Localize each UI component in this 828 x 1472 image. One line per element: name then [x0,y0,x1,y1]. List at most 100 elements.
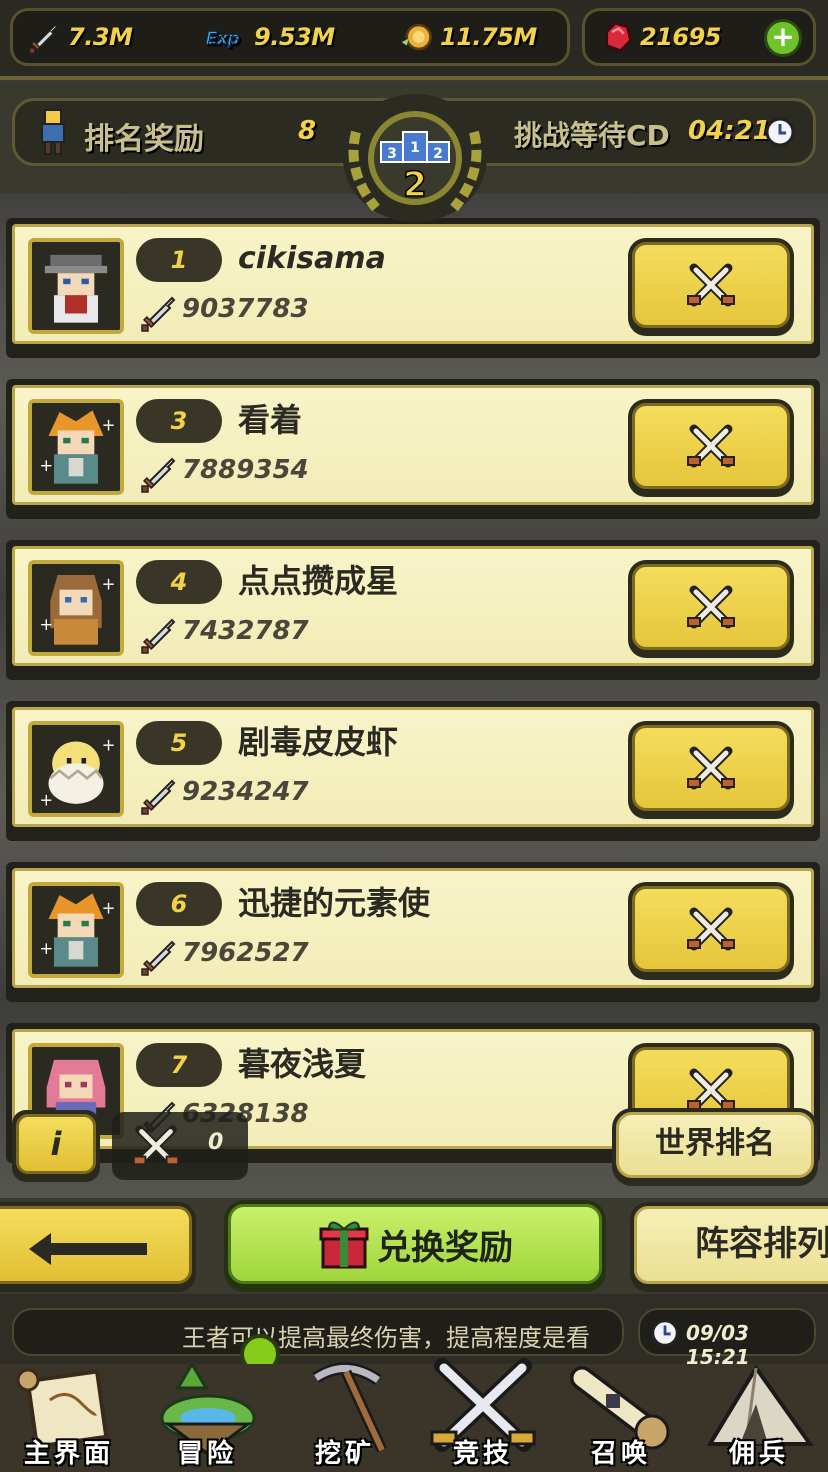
back-arrow-icon [29,1233,147,1265]
add-gems-button[interactable]: + [764,19,802,57]
power-sword-icon [141,297,175,332]
crossed-swords-icon [684,741,738,795]
info-label: i [16,1114,96,1174]
challenge-button[interactable] [628,882,794,980]
lineup-button[interactable]: 阵容排列 [630,1202,828,1292]
attack-value: 7.3M [68,23,133,51]
rank-badge: 5 [136,721,222,765]
tickets-count: 0 [208,1130,224,1155]
clock-icon [651,1319,679,1347]
nav-arena[interactable]: 竞技 [414,1358,552,1472]
red-gem-icon [605,21,633,53]
challenge-button[interactable] [628,399,794,497]
svg-text:+: + [39,456,53,475]
bottom-nav: 主界面 冒险 挖矿 竞技 召唤 佣兵 [0,1358,828,1472]
nav-summon[interactable]: 召唤 [552,1364,690,1472]
player-name: 暮夜浅夏 [238,1045,367,1083]
sword-icon [28,24,58,54]
world-ranking-button[interactable]: 世界排名 [612,1108,818,1186]
clock-icon [765,117,795,147]
rank-badge: 1 [136,238,222,282]
nav-main[interactable]: 主界面 [0,1364,138,1472]
coin-resource: 11.75M [400,20,537,54]
rank-badge: 3 [136,399,222,443]
svg-text:+: + [102,899,116,918]
crossed-swords-icon [684,580,738,634]
server-clock: 09/03 15:21 [638,1308,816,1369]
player-name: 剧毒皮皮虾 [238,723,399,761]
avatar[interactable]: + + [28,399,124,495]
world-ranking-label: 世界排名 [616,1112,814,1178]
exp-icon: Exp [205,28,240,49]
exp-resource: Exp 9.53M [194,20,335,54]
nav-label: 冒险 [176,1439,237,1469]
rank-badge: 4 [136,560,222,604]
system-ticker: 王者可以提高最终伤害，提高程度是看 [12,1308,624,1356]
rank-badge: 7 [136,1043,222,1087]
crossed-swords-icon [684,419,738,473]
coin-value: 11.75M [440,23,537,51]
power-sword-icon [141,941,175,976]
rank-reward-value: 8 [298,116,317,146]
power-sword-icon [141,458,175,493]
svg-text:+: + [102,736,116,755]
player-name: cikisama [238,241,386,276]
nav-mercenary[interactable]: 佣兵 [690,1364,828,1472]
power-value: 7962527 [182,938,309,968]
podium-second: 2 [433,146,443,162]
arena-rank-emblem[interactable]: 3 1 2 2 [336,92,494,230]
nav-adventure[interactable]: 冒险 [138,1361,276,1472]
current-rank-number: 2 [403,165,427,205]
nav-mining[interactable]: 挖矿 [276,1362,414,1472]
challenge-button[interactable] [628,721,794,819]
player-name: 点点攒成星 [238,562,399,600]
challenge-cd-value: 04:21 [688,116,771,146]
player-name: 看着 [238,401,303,439]
avatar[interactable]: + + [28,560,124,656]
power-value: 9037783 [182,294,309,324]
crossed-swords-icon [130,1120,182,1172]
podium-third: 3 [387,146,397,162]
svg-text:+: + [102,575,116,594]
svg-text:+: + [39,615,53,634]
power-value: 7432787 [182,616,309,646]
opponent-row: + + 3 看着 7889354 [6,379,820,519]
chick-egg-avatar-icon: + + [32,725,120,813]
challenge-tickets: 0 [112,1112,248,1180]
hero-avatar-icon: + + [32,403,120,491]
svg-text:+: + [102,416,116,435]
avatar[interactable]: + + [28,721,124,817]
challenge-button[interactable] [628,560,794,658]
power-value: 9234247 [182,777,309,807]
opponent-row: + + 4 点点攒成星 7432787 [6,540,820,680]
crossed-swords-icon [684,902,738,956]
podium-first: 1 [410,140,420,156]
gem-resource: 21695 [600,20,722,54]
nav-label: 挖矿 [314,1439,375,1469]
exp-value: 9.53M [254,23,335,51]
rank-reward-label: 排名奖励 [84,122,204,157]
nav-label: 主界面 [23,1439,114,1469]
info-button[interactable]: i [12,1110,100,1182]
avatar[interactable] [28,238,124,334]
hero-avatar-icon [32,242,120,330]
nav-label: 召唤 [590,1439,651,1469]
svg-text:+: + [39,939,53,958]
hero-avatar-icon: + + [32,886,120,974]
avatar[interactable]: + + [28,882,124,978]
redeem-rewards-label: 兑换奖励 [377,1227,513,1268]
svg-text:+: + [39,791,53,810]
player-name: 迅捷的元素使 [238,884,431,922]
nav-label: 佣兵 [728,1439,789,1469]
crossed-swords-icon [684,258,738,312]
coin-icon [401,23,432,51]
opponent-row: + + 6 迅捷的元素使 7962527 [6,862,820,1002]
hero-avatar-icon: + + [32,564,120,652]
gem-value: 21695 [640,23,722,51]
ticker-row: 王者可以提高最终伤害，提高程度是看 09/03 15:21 [0,1294,828,1369]
redeem-rewards-button[interactable]: 兑换奖励 [224,1200,606,1292]
exp-icon-text: Exp [206,29,240,49]
rank-badge: 6 [136,882,222,926]
back-button[interactable] [0,1202,196,1292]
challenge-button[interactable] [628,238,794,336]
